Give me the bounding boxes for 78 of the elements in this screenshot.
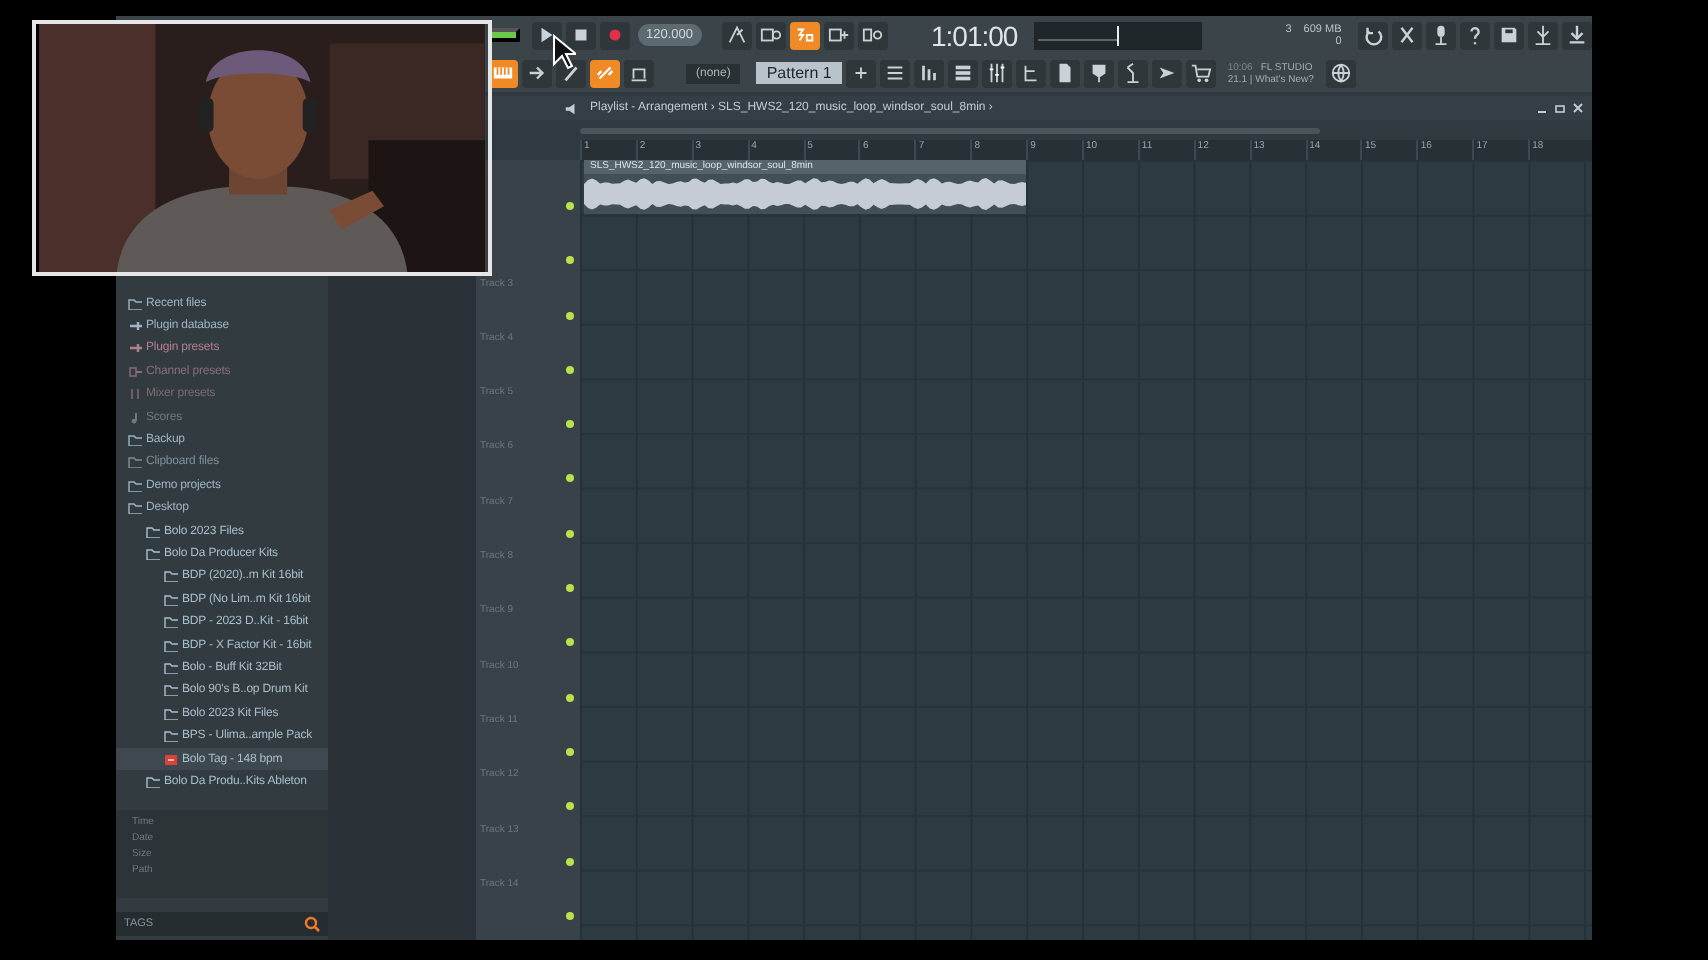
undo-button[interactable] <box>1357 21 1388 49</box>
mixer-icon <box>985 62 1008 84</box>
folder-icon <box>128 297 142 310</box>
save-icon <box>1497 24 1520 46</box>
track-led[interactable] <box>566 693 574 702</box>
wait-button[interactable] <box>755 21 785 49</box>
audio-file-icon <box>164 753 178 765</box>
save-button[interactable] <box>1493 21 1524 49</box>
track-led[interactable] <box>566 365 574 374</box>
playlist-button[interactable] <box>879 59 910 87</box>
note-icon <box>128 411 142 424</box>
folder-icon <box>146 775 160 788</box>
send-icon <box>1155 62 1178 84</box>
track-led[interactable] <box>566 911 574 920</box>
cart-button[interactable] <box>1185 59 1216 87</box>
microphone-button[interactable] <box>1425 21 1456 49</box>
loop-button[interactable] <box>857 21 887 49</box>
restore-icon[interactable] <box>1554 102 1566 114</box>
download-button[interactable] <box>1561 21 1592 49</box>
track-led[interactable] <box>566 256 574 265</box>
download-icon <box>1565 24 1588 46</box>
record-icon <box>604 24 626 46</box>
link-icon <box>594 62 616 84</box>
track-led[interactable] <box>566 474 574 483</box>
stop-button[interactable] <box>566 21 596 49</box>
track-led[interactable] <box>566 747 574 756</box>
piano-icon <box>492 62 514 84</box>
mixer-button[interactable] <box>981 59 1012 87</box>
mouse-cursor-icon <box>552 34 576 70</box>
track-led[interactable] <box>566 529 574 538</box>
step-sequencer-icon <box>917 62 940 84</box>
channel-icon <box>128 365 142 378</box>
hat-button[interactable] <box>624 59 654 87</box>
close-icon[interactable] <box>1572 102 1584 114</box>
arrow-icon <box>526 62 548 84</box>
help-button[interactable] <box>1459 21 1490 49</box>
track-led[interactable] <box>566 638 574 647</box>
track-led[interactable] <box>566 802 574 811</box>
countdown-button[interactable] <box>789 21 819 49</box>
arrow-button[interactable] <box>522 59 552 87</box>
render-button[interactable] <box>1527 21 1558 49</box>
pen-icon <box>560 62 582 84</box>
mixer-icon <box>128 388 142 401</box>
cut-icon <box>1395 24 1418 46</box>
play-icon <box>536 24 558 46</box>
pen-button[interactable] <box>556 59 586 87</box>
plug-icon <box>128 320 142 333</box>
page-button[interactable] <box>1049 59 1080 87</box>
pattern-name-field[interactable]: Pattern 1 <box>756 62 842 84</box>
cart-icon <box>1189 62 1212 84</box>
undo-icon <box>1361 24 1384 46</box>
render-icon <box>1531 24 1554 46</box>
channel-rack-icon <box>951 62 974 84</box>
link-button[interactable] <box>590 59 620 87</box>
globe-icon <box>1329 62 1352 84</box>
send-button[interactable] <box>1151 59 1182 87</box>
search-icon[interactable] <box>304 916 320 932</box>
cut-button[interactable] <box>1391 21 1422 49</box>
metronome-button[interactable] <box>721 21 751 49</box>
track-led[interactable] <box>566 857 574 866</box>
plug-icon <box>1087 62 1110 84</box>
blend-button[interactable] <box>823 21 853 49</box>
plus-button[interactable] <box>845 59 876 87</box>
track-led[interactable] <box>566 311 574 320</box>
tree-button[interactable] <box>1015 59 1046 87</box>
plug-icon <box>128 342 142 355</box>
metronome-icon <box>725 24 747 46</box>
lamp-button[interactable] <box>1117 59 1148 87</box>
stop-icon <box>570 24 592 46</box>
plug-button[interactable] <box>1083 59 1114 87</box>
track-led[interactable] <box>566 420 574 429</box>
step-sequencer-button[interactable] <box>913 59 944 87</box>
globe-button[interactable] <box>1325 59 1356 87</box>
speaker-icon[interactable] <box>564 101 578 115</box>
song-position: 1:01:00 <box>931 19 1018 51</box>
playlist-icon <box>883 62 906 84</box>
track-led[interactable] <box>566 584 574 593</box>
track-led[interactable] <box>566 202 574 210</box>
